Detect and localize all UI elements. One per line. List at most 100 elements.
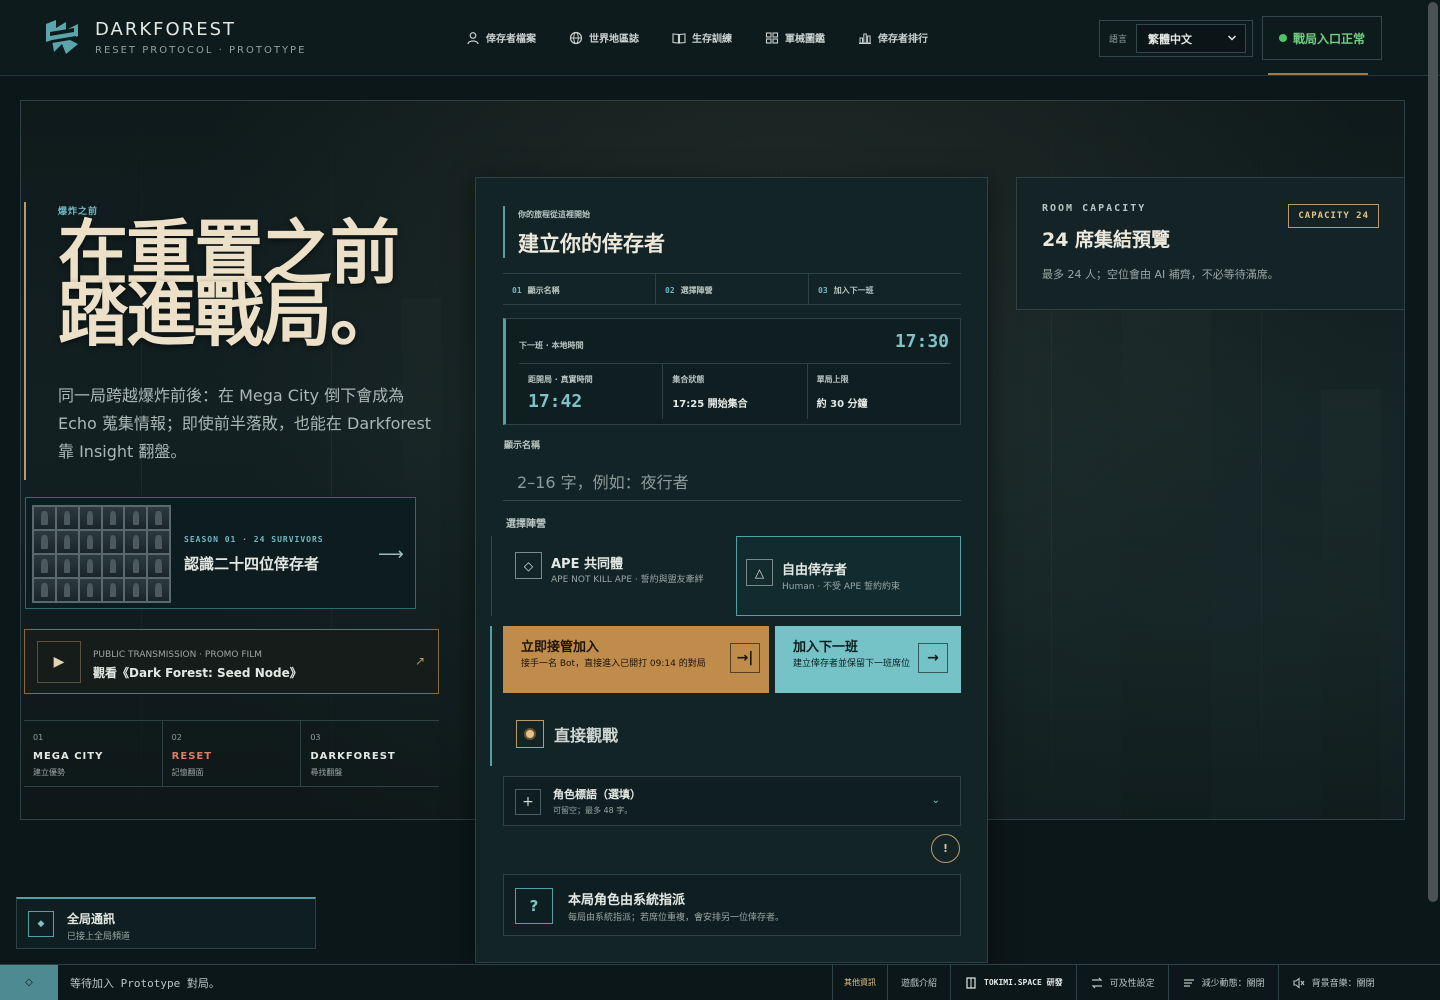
main-nav: 倖存者檔案 世界地區誌 生存訓練 軍械圖鑑 倖存者排行 xyxy=(466,30,961,45)
spectate-radio[interactable] xyxy=(516,720,544,748)
promo-kicker: PUBLIC TRANSMISSION · PROMO FILM xyxy=(93,650,262,660)
tab-label: 顯示名稱 xyxy=(527,286,560,295)
faction-desc: Human · 不受 APE 誓約約束 xyxy=(782,582,901,592)
language-select[interactable]: 繁體中文 xyxy=(1136,24,1246,53)
survivors-card[interactable]: SEASON 01 · 24 SURVIVORS 認識二十四位倖存者 ⟶ xyxy=(25,497,416,609)
brand-subtitle: RESET PROTOCOL · PROTOTYPE xyxy=(95,45,307,56)
tab-display-name[interactable]: 01 顯示名稱 xyxy=(503,274,656,304)
diamond-icon: ◆ xyxy=(28,911,54,937)
footer-other-info[interactable]: 其他資訊 xyxy=(832,964,887,1000)
phase-number: 02 xyxy=(171,733,182,742)
mute-icon xyxy=(1293,976,1305,989)
schedule-cell-value: 約 30 分鐘 xyxy=(816,399,868,410)
creation-steps-tabs: 01 顯示名稱 02 選擇陣營 03 加入下一班 xyxy=(503,273,961,305)
phase-step: 01 MEGA CITY 建立優勢 xyxy=(24,721,163,786)
nav-label: 倖存者排行 xyxy=(878,34,928,45)
global-comms-title: 全局通訊 xyxy=(67,912,116,926)
schedule-time: 17:30 xyxy=(894,331,949,352)
nav-label: 世界地區誌 xyxy=(589,34,639,45)
phase-sub: 建立優勢 xyxy=(33,768,65,777)
phase-number: 01 xyxy=(33,733,44,742)
faction-label: 選擇陣營 xyxy=(506,519,546,530)
create-survivor-panel: 你的旅程從這裡開始 建立你的倖存者 01 顯示名稱 02 選擇陣營 03 加入下一班 … xyxy=(475,177,988,963)
faction-name: 自由倖存者 xyxy=(782,563,848,578)
button-desc: 建立倖存者並保留下一班席位 xyxy=(793,659,911,669)
phase-name: DARKFOREST xyxy=(310,751,396,762)
schedule-cell-value: 17:25 開始集合 xyxy=(672,399,748,410)
nav-item-world-regions[interactable]: 世界地區誌 xyxy=(569,30,639,45)
footer-accessibility-label: 可及性設定 xyxy=(1109,979,1155,989)
schedule-cell: 距開局 · 真實時間 17:42 xyxy=(519,364,664,419)
status-dot-icon xyxy=(1278,34,1287,42)
warning-icon[interactable]: ! xyxy=(931,834,960,863)
footer-reduce-motion[interactable]: 減少動態：關閉 xyxy=(1167,964,1278,1000)
panel-accent-bar xyxy=(503,206,505,258)
tab-number: 03 xyxy=(818,286,828,295)
arrow-right-icon: → xyxy=(918,643,948,673)
status-underline xyxy=(1268,73,1368,75)
logo-icon[interactable] xyxy=(44,18,82,56)
schedule-cell: 集合狀態 17:25 開始集合 xyxy=(663,364,808,419)
panel-title: 建立你的倖存者 xyxy=(518,232,665,256)
lobby-status-badge[interactable]: 戰局入口正常 xyxy=(1262,16,1382,60)
global-comms-panel[interactable]: ◆ 全局通訊 已接上全局頻道 xyxy=(16,897,316,949)
capacity-title: 24 席集結預覽 xyxy=(1042,229,1171,251)
schedule-cell: 單局上限 約 30 分鐘 xyxy=(808,364,951,419)
faction-option-free-survivor[interactable]: △ 自由倖存者 Human · 不受 APE 誓約約束 xyxy=(736,536,961,616)
top-header: DARKFOREST RESET PROTOCOL · PROTOTYPE 倖存… xyxy=(0,0,1440,76)
status-diamond-icon[interactable]: ◇ xyxy=(0,964,58,1000)
panel-kicker: 你的旅程從這裡開始 xyxy=(518,210,590,219)
brand-name[interactable]: DARKFOREST xyxy=(95,19,236,40)
tab-number: 02 xyxy=(665,286,675,295)
assign-desc: 每局由系統指派；若席位重複，會安排另一位倖存者。 xyxy=(568,913,785,923)
user-icon xyxy=(467,31,479,44)
schedule-cell-label: 集合狀態 xyxy=(672,375,705,384)
join-now-button[interactable]: 立即接管加入 接手一名 Bot，直接進入已開打 09:14 的對局 →| xyxy=(503,626,769,693)
schedule-label: 下一班 · 本地時間 xyxy=(519,341,584,350)
survivors-portrait-grid xyxy=(32,505,171,603)
nav-label: 倖存者檔案 xyxy=(486,34,536,45)
diamond-icon: ◇ xyxy=(515,552,542,579)
footer-status-message: 等待加入 Prototype 對局。 xyxy=(70,976,220,990)
capacity-desc: 最多 24 人；空位會由 AI 補齊，不必等待滿席。 xyxy=(1042,268,1279,281)
tagline-expander[interactable]: + 角色標語（選填） 可留空；最多 48 字。 ⌄ xyxy=(503,776,961,826)
schedule-cell-value: 17:42 xyxy=(528,391,583,412)
footer-reduce-motion-label: 減少動態：關閉 xyxy=(1201,979,1265,989)
chevron-down-icon xyxy=(1227,35,1237,41)
footer-studio-link[interactable]: TOKIMI.SPACE 研發 xyxy=(950,964,1076,1000)
nav-item-leaderboard[interactable]: 倖存者排行 xyxy=(858,30,928,45)
button-desc: 接手一名 Bot，直接進入已開打 09:14 的對局 xyxy=(521,659,706,669)
footer-bg-music[interactable]: 背景音樂：關閉 xyxy=(1277,964,1388,1000)
hero-title-line: 踏進戰局。 xyxy=(58,273,400,356)
triangle-icon: △ xyxy=(746,559,773,586)
page-scrollbar[interactable] xyxy=(1428,2,1438,902)
book-icon xyxy=(672,32,686,44)
arrow-to-bar-icon: →| xyxy=(730,643,760,673)
tab-join-next[interactable]: 03 加入下一班 xyxy=(809,274,961,304)
promo-film-card[interactable]: ▶ PUBLIC TRANSMISSION · PROMO FILM 觀看《Da… xyxy=(24,629,439,694)
schedule-details: 距開局 · 真實時間 17:42 集合狀態 17:25 開始集合 單局上限 約 … xyxy=(519,363,951,419)
play-icon[interactable]: ▶ xyxy=(37,641,81,683)
question-icon: ? xyxy=(515,888,553,924)
join-next-round-button[interactable]: 加入下一班 建立倖存者並保留下一班席位 → xyxy=(775,626,961,693)
nav-item-armory[interactable]: 軍械圖鑑 xyxy=(765,30,825,45)
tagline-sub: 可留空；最多 48 字。 xyxy=(553,806,633,815)
faction-option-ape[interactable]: ◇ APE 共同體 APE NOT KILL APE · 誓約與盟友牽絆 xyxy=(491,536,734,616)
phase-name: MEGA CITY xyxy=(33,751,104,762)
nav-item-survival-training[interactable]: 生存訓練 xyxy=(672,30,732,45)
footer-bar: ◇ 等待加入 Prototype 對局。 其他資訊 遊戲介紹 TOKIMI.SP… xyxy=(0,964,1440,1000)
spectate-label: 直接觀戰 xyxy=(554,726,619,745)
role-assignment-info: ? 本局角色由系統指派 每局由系統指派；若席位重複，會安排另一位倖存者。 xyxy=(503,874,961,936)
schedule-cell-label: 距開局 · 真實時間 xyxy=(528,375,593,384)
footer-accessibility[interactable]: 可及性設定 xyxy=(1075,964,1168,1000)
spectate-option[interactable]: 直接觀戰 xyxy=(516,720,618,748)
survivors-title: 認識二十四位倖存者 xyxy=(184,555,320,573)
button-title: 立即接管加入 xyxy=(521,640,600,655)
schedule-cell-label: 單局上限 xyxy=(816,375,849,384)
tab-faction[interactable]: 02 選擇陣營 xyxy=(656,274,809,304)
phase-sub: 尋找翻盤 xyxy=(310,768,343,777)
globe-icon xyxy=(569,31,583,44)
nav-item-survivor-files[interactable]: 倖存者檔案 xyxy=(466,30,536,45)
footer-game-intro[interactable]: 遊戲介紹 xyxy=(887,964,950,1000)
display-name-input[interactable]: 2–16 字，例如：夜行者 xyxy=(503,461,961,501)
